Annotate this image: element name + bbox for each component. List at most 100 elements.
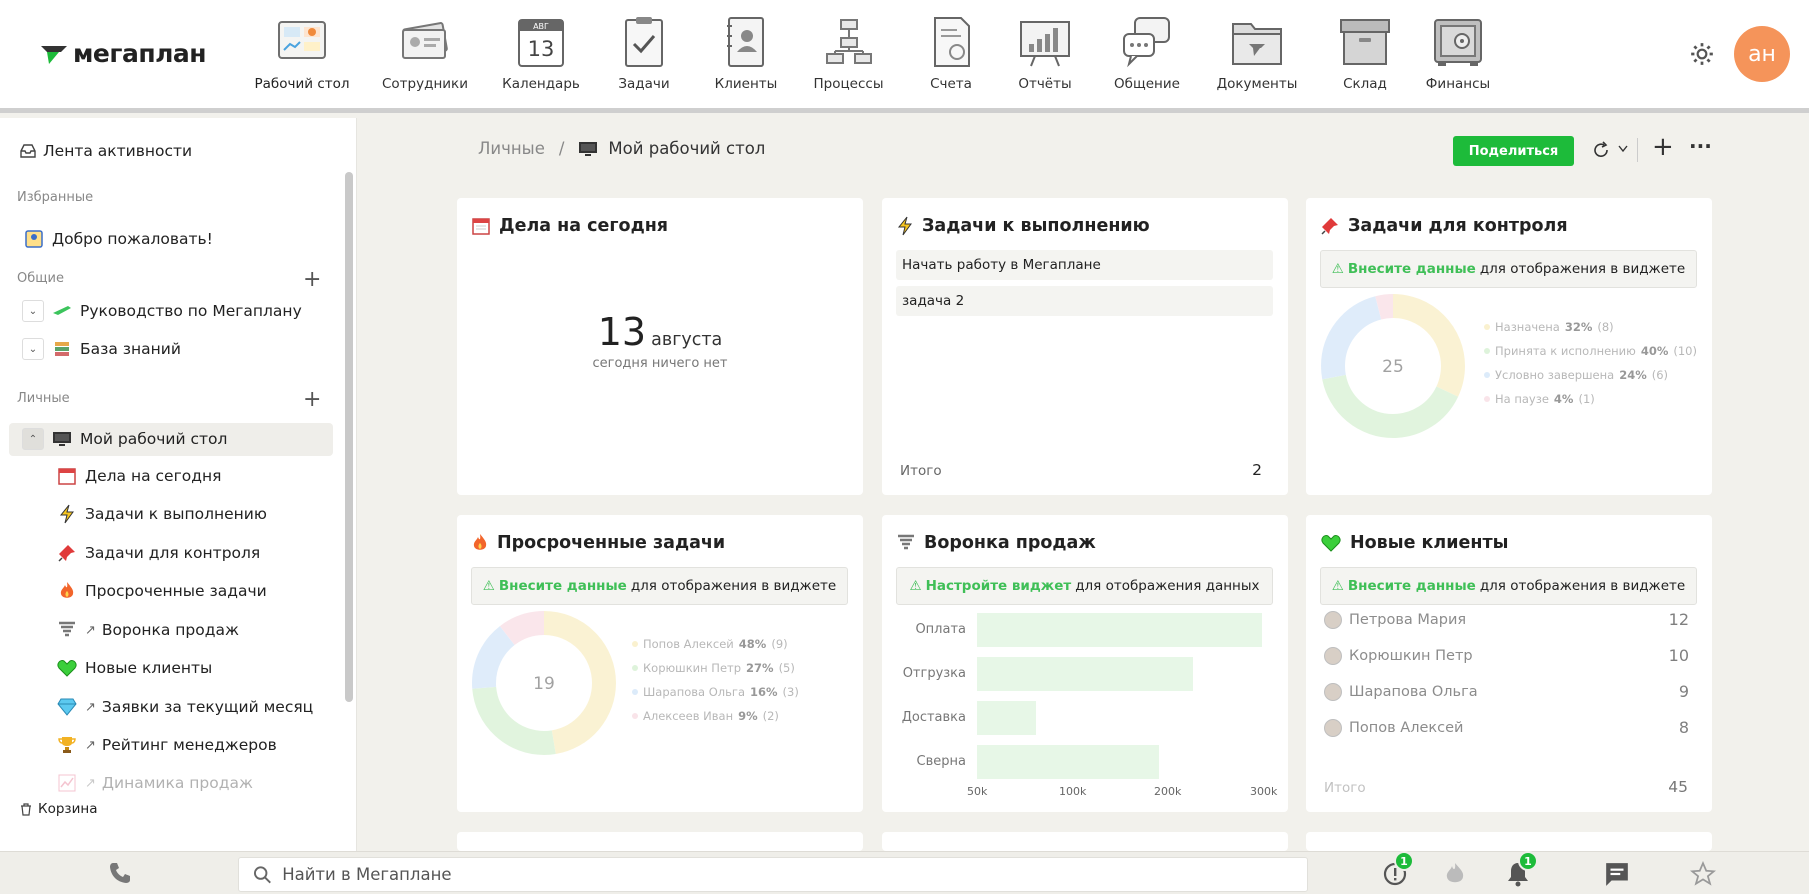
link-arrow-icon: ↗ bbox=[85, 775, 96, 791]
collapse-chevron-icon[interactable]: ⌃ bbox=[22, 428, 44, 450]
megaplan-logo[interactable]: мегаплан bbox=[39, 38, 207, 68]
avatar bbox=[1324, 646, 1342, 665]
sidebar-scrollbar[interactable] bbox=[345, 172, 353, 702]
client-value: 8 bbox=[1678, 718, 1689, 737]
fire-outline-icon[interactable] bbox=[1442, 861, 1468, 887]
nav-finance[interactable]: Финансы bbox=[1415, 14, 1501, 92]
add-common-button[interactable]: + bbox=[303, 269, 321, 291]
add-widget-button[interactable]: + bbox=[1652, 132, 1674, 162]
widget-title[interactable]: Дела на сегодня bbox=[472, 216, 668, 236]
expand-chevron-icon[interactable]: ⌄ bbox=[22, 300, 44, 322]
sidebar-item-funnel[interactable]: ↗ Воронка продаж bbox=[57, 620, 239, 640]
widget-title-text: Задачи к выполнению bbox=[922, 216, 1150, 236]
nav-label: Рабочий стол bbox=[254, 76, 350, 92]
nav-invoices[interactable]: Счета bbox=[907, 14, 995, 92]
control-donut-chart: 25 bbox=[1321, 294, 1465, 438]
sidebar-item-today[interactable]: Дела на сегодня bbox=[57, 466, 221, 486]
nav-desktop[interactable]: Рабочий стол bbox=[250, 14, 354, 92]
legend-pct: 40% bbox=[1640, 344, 1669, 358]
breadcrumb-parent[interactable]: Личные bbox=[478, 139, 545, 158]
legend-dot bbox=[632, 713, 638, 719]
sidebar-item-welcome[interactable]: Добро пожаловать! bbox=[24, 229, 213, 249]
star-icon[interactable] bbox=[1690, 861, 1716, 887]
alerts-badge: 1 bbox=[1394, 851, 1414, 871]
sidebar-item-requests[interactable]: ↗ Заявки за текущий месяц bbox=[57, 697, 313, 717]
nav-warehouse[interactable]: Склад bbox=[1315, 14, 1415, 92]
warning-link[interactable]: Внесите данные bbox=[499, 578, 627, 594]
nav-label: Процессы bbox=[813, 76, 884, 92]
funnel-category-label: Оплата bbox=[915, 622, 966, 637]
bottom-bar: 1 1 bbox=[0, 851, 1809, 894]
sidebar-item-dynamics[interactable]: ↗ Динамика продаж bbox=[57, 773, 253, 793]
avatar bbox=[1324, 718, 1342, 737]
settings-gear-icon[interactable] bbox=[1689, 41, 1715, 67]
sidebar-item-new-clients[interactable]: Новые клиенты bbox=[57, 658, 212, 678]
task-row[interactable]: задача 2 bbox=[896, 286, 1273, 316]
warning-link[interactable]: Внесите данные bbox=[1348, 261, 1476, 277]
total-value: 45 bbox=[1668, 778, 1688, 796]
more-menu-button[interactable]: ··· bbox=[1689, 134, 1712, 158]
legend-count: (9) bbox=[771, 637, 788, 651]
nav-employees[interactable]: Сотрудники bbox=[354, 14, 496, 92]
legend-name: Принята к исполнению bbox=[1495, 344, 1636, 358]
nav-documents[interactable]: Документы bbox=[1199, 14, 1315, 92]
client-row[interactable]: Корюшкин Петр 10 bbox=[1320, 639, 1697, 672]
warning-link[interactable]: Внесите данные bbox=[1348, 578, 1476, 594]
fire-icon bbox=[473, 534, 487, 550]
widget-title[interactable]: Задачи для контроля bbox=[1321, 216, 1568, 236]
sidebar-item-overdue[interactable]: Просроченные задачи bbox=[57, 581, 267, 601]
client-row[interactable]: Попов Алексей 8 bbox=[1320, 711, 1697, 744]
chat-icon bbox=[1123, 17, 1170, 68]
widget-title[interactable]: Задачи к выполнению bbox=[897, 216, 1150, 236]
legend-dot bbox=[632, 665, 638, 671]
add-personal-button[interactable]: + bbox=[303, 389, 321, 411]
legend-count: (8) bbox=[1597, 320, 1614, 334]
client-row[interactable]: Петрова Мария 12 bbox=[1320, 603, 1697, 636]
messages-icon[interactable] bbox=[1604, 861, 1630, 887]
global-search[interactable] bbox=[238, 857, 1308, 892]
share-button[interactable]: Поделиться bbox=[1453, 136, 1574, 166]
trash-link[interactable]: Корзина bbox=[20, 801, 97, 817]
funnel-x-tick: 300k bbox=[1250, 785, 1278, 798]
sidebar-item-todo[interactable]: Задачи к выполнению bbox=[57, 504, 267, 524]
funnel-bar[interactable] bbox=[977, 701, 1036, 735]
sidebar-item-my-desktop[interactable]: ⌃ Мой рабочий стол bbox=[22, 428, 227, 450]
funnel-bar[interactable] bbox=[977, 613, 1263, 647]
widget-title[interactable]: Новые клиенты bbox=[1321, 533, 1508, 553]
legend-item: Принята к исполнению 40% (10) bbox=[1484, 339, 1697, 363]
nav-chat[interactable]: Общение bbox=[1095, 14, 1199, 92]
chart-up-icon bbox=[57, 773, 77, 793]
employees-icon bbox=[402, 22, 448, 59]
task-row[interactable]: Начать работу в Мегаплане bbox=[896, 250, 1273, 280]
alerts-button[interactable]: 1 bbox=[1382, 851, 1414, 887]
sidebar-item-knowledge[interactable]: ⌄ База знаний bbox=[22, 338, 181, 360]
search-input[interactable] bbox=[282, 865, 1307, 884]
sidebar-item-control[interactable]: Задачи для контроля bbox=[57, 543, 260, 563]
nav-reports[interactable]: Отчёты bbox=[995, 14, 1095, 92]
sidebar-item-guide[interactable]: ⌄ Руководство по Мегаплану bbox=[22, 300, 302, 322]
phone-icon[interactable] bbox=[108, 861, 132, 885]
funnel-category-label: Доставка bbox=[901, 710, 966, 725]
refresh-dropdown-chevron-icon[interactable] bbox=[1618, 145, 1628, 153]
sidebar-item-rating[interactable]: ↗ Рейтинг менеджеров bbox=[57, 735, 277, 755]
expand-chevron-icon[interactable]: ⌄ bbox=[22, 338, 44, 360]
activity-feed-link[interactable]: Лента активности bbox=[20, 142, 192, 160]
widget-title[interactable]: Просроченные задачи bbox=[472, 533, 725, 553]
client-row[interactable]: Шарапова Ольга 9 bbox=[1320, 675, 1697, 708]
nav-calendar[interactable]: АВГ 13 Календарь bbox=[496, 14, 586, 92]
donut-center-value: 19 bbox=[533, 674, 555, 694]
nav-clients[interactable]: Клиенты bbox=[702, 14, 790, 92]
refresh-icon[interactable] bbox=[1592, 141, 1610, 159]
overdue-legend: Попов Алексей 48% (9) Корюшкин Петр 27% (5) … bbox=[632, 632, 799, 728]
user-avatar[interactable]: ан bbox=[1734, 26, 1790, 82]
activity-feed-label: Лента активности bbox=[43, 142, 193, 160]
nav-tasks[interactable]: Задачи bbox=[586, 14, 702, 92]
warning-link[interactable]: Настройте виджет bbox=[926, 578, 1072, 594]
lightning-icon bbox=[57, 504, 77, 524]
warning-icon: ⚠ bbox=[909, 578, 922, 594]
funnel-bar[interactable] bbox=[977, 745, 1159, 779]
notifications-button[interactable]: 1 bbox=[1506, 851, 1538, 887]
funnel-bar[interactable] bbox=[977, 657, 1194, 691]
widget-title[interactable]: Воронка продаж bbox=[897, 533, 1096, 553]
nav-processes[interactable]: Процессы bbox=[790, 14, 907, 92]
